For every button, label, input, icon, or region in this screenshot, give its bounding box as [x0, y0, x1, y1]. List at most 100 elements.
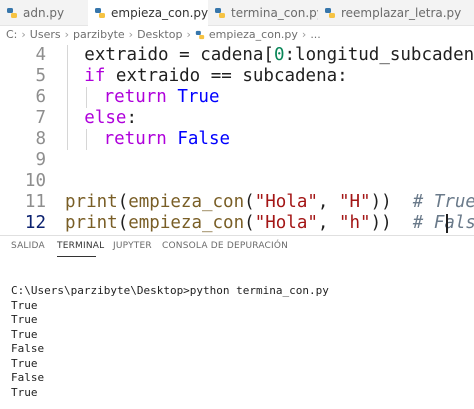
breadcrumb-item[interactable]: C:: [6, 28, 17, 41]
editor-tab-bar: adn.py empieza_con.py × termina_con.py r…: [0, 0, 474, 26]
code-token: return: [103, 129, 167, 149]
python-file-icon: [95, 8, 105, 18]
terminal-line: False: [11, 371, 45, 384]
code-token: False: [177, 129, 231, 149]
code-token: empieza_con: [128, 213, 245, 233]
code-token: extraido = cadena[: [84, 45, 274, 65]
code-token: print: [65, 213, 118, 233]
line-number: 8: [35, 129, 46, 149]
chevron-right-icon: ›: [186, 28, 191, 41]
code-text: if extraido == subcadena:: [84, 66, 347, 87]
code-token: (: [244, 192, 255, 212]
code-line[interactable]: 12print(empieza_con("Hola", "h")) # Fals…: [0, 213, 474, 234]
code-token: :longitud_subcadena]: [284, 45, 474, 65]
code-line[interactable]: 8 return False: [0, 129, 474, 150]
code-token: extraido == subcadena:: [105, 66, 348, 86]
tab-label: adn.py: [23, 5, 65, 20]
line-number: 12: [24, 213, 46, 233]
terminal-line: False: [11, 342, 45, 355]
code-line[interactable]: 4 extraido = cadena[0:longitud_subcadena]: [0, 45, 474, 66]
code-token: :: [126, 108, 137, 128]
chevron-right-icon: ›: [128, 28, 134, 41]
tab-terminal[interactable]: TERMINAL: [57, 241, 104, 251]
code-token: (: [117, 192, 129, 212]
terminal-line: True: [11, 327, 38, 341]
terminal-line: True: [11, 313, 38, 326]
panel-tab-bar: SALIDA TERMINAL JUPYTER CONSOLA DE DEPUR…: [0, 235, 474, 258]
code-token: "Hola": [254, 192, 318, 212]
indent-guide: [67, 66, 68, 87]
line-number: 7: [35, 108, 46, 128]
code-line[interactable]: 11 print(empieza_con("Hola", "H")) # True: [0, 192, 474, 213]
code-token: 0: [273, 45, 285, 65]
active-tab-indicator: [57, 256, 96, 257]
chevron-right-icon: ›: [64, 28, 70, 41]
code-token: print: [65, 192, 118, 212]
terminal-output[interactable]: C:\Users\parzibyte\Desktop>python termin…: [11, 284, 329, 400]
code-text: return True: [104, 87, 220, 108]
code-line[interactable]: 6 return True: [0, 87, 474, 108]
indent-guide: [67, 87, 68, 108]
line-number: 10: [24, 171, 46, 191]
code-token: if: [84, 66, 106, 86]
code-token: # True: [412, 192, 474, 212]
tab-label: termina_con.py: [231, 5, 318, 20]
code-text: print(empieza_con("Hola", "h")) # False: [65, 213, 474, 234]
code-token: else: [84, 108, 127, 128]
tab-label: empieza_con.py: [111, 6, 208, 20]
line-number: 4: [35, 45, 46, 65]
terminal-line: True: [11, 356, 38, 370]
breadcrumb-item[interactable]: Desktop: [137, 28, 182, 41]
terminal-line: True: [11, 385, 38, 399]
breadcrumb-item[interactable]: parzibyte: [73, 28, 125, 41]
tab-adn[interactable]: adn.py: [0, 0, 88, 25]
code-line[interactable]: 10: [0, 171, 474, 192]
code-text: print(empieza_con("Hola", "H")) # True: [65, 192, 474, 213]
code-token: empieza_con: [128, 192, 245, 212]
line-number: 9: [35, 150, 46, 170]
code-text: extraido = cadena[0:longitud_subcadena]: [84, 45, 474, 66]
tab-jupyter[interactable]: JUPYTER: [113, 241, 152, 251]
tab-salida[interactable]: SALIDA: [11, 241, 45, 251]
terminal-line: C:\Users\parzibyte\Desktop>python termin…: [11, 284, 329, 297]
code-token: )): [370, 213, 413, 233]
code-token: ,: [317, 192, 339, 212]
python-file-icon: [195, 30, 205, 39]
tab-consola-depuracion[interactable]: CONSOLA DE DEPURACIÓN: [162, 241, 288, 251]
terminal-line: True: [11, 298, 38, 312]
indent-guide: [67, 108, 68, 129]
code-token: True: [177, 87, 220, 107]
tab-empieza-con[interactable]: empieza_con.py ×: [88, 0, 208, 26]
tab-label: reemplazar_letra.py: [341, 5, 462, 20]
code-token: )): [370, 192, 413, 212]
python-file-icon: [325, 7, 335, 18]
breadcrumb-item[interactable]: empieza_con.py: [209, 28, 298, 41]
breadcrumb-item[interactable]: Users: [30, 28, 61, 41]
breadcrumb-item[interactable]: ...: [310, 28, 321, 41]
indent-guide: [86, 87, 88, 108]
tab-termina-con[interactable]: termina_con.py: [208, 0, 318, 25]
line-number: 5: [35, 66, 46, 86]
tab-reemplazar-letra[interactable]: reemplazar_letra.py: [318, 0, 474, 25]
code-token: return: [103, 87, 167, 107]
breadcrumb: C: › Users › parzibyte › Desktop › empie…: [0, 26, 474, 43]
text-cursor: [446, 214, 448, 233]
code-token: "Hola": [254, 213, 318, 233]
python-file-icon: [7, 7, 17, 18]
code-editor[interactable]: 4 extraido = cadena[0:longitud_subcadena]…: [0, 43, 474, 235]
code-line[interactable]: 5 if extraido == subcadena:: [0, 66, 474, 87]
code-line[interactable]: 9: [0, 150, 474, 171]
chevron-right-icon: ›: [21, 28, 26, 41]
indent-guide: [67, 45, 68, 66]
code-token: "H": [338, 192, 371, 212]
python-file-icon: [215, 7, 225, 18]
code-token: "h": [338, 213, 371, 233]
indent-guide: [86, 129, 88, 150]
indent-guide: [67, 129, 68, 150]
code-token: ,: [317, 213, 339, 233]
code-line[interactable]: 7 else:: [0, 108, 474, 129]
code-text: else:: [84, 108, 137, 129]
code-token: (: [117, 213, 129, 233]
